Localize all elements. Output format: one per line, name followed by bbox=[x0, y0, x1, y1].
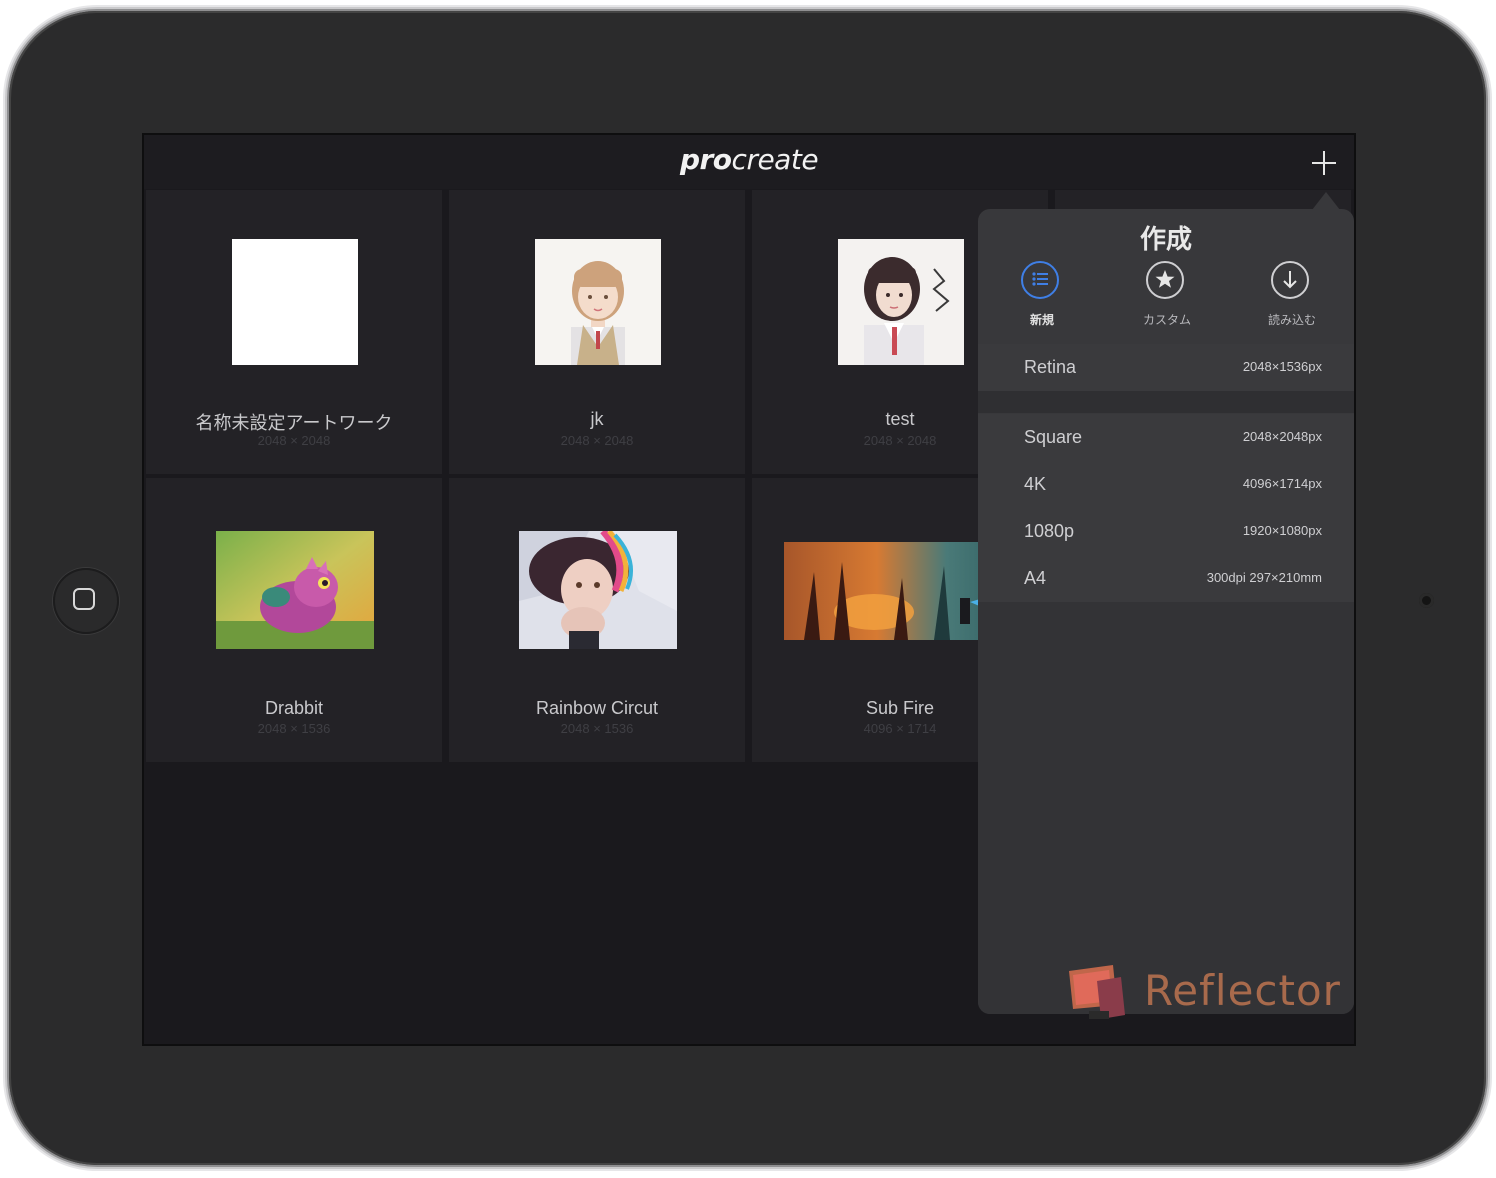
tab-label: 読み込む bbox=[1267, 313, 1316, 327]
artwork-tile[interactable]: Drabbit 2048 × 1536 bbox=[146, 478, 442, 762]
list-icon bbox=[1021, 261, 1059, 299]
artwork-title: Drabbit bbox=[264, 698, 324, 718]
size-name: Retina bbox=[1024, 357, 1077, 377]
canvas-size-square[interactable]: Square 2048×2048px bbox=[978, 414, 1354, 461]
size-value: 1920×1080px bbox=[1242, 523, 1322, 538]
tab-label: カスタム bbox=[1142, 313, 1191, 327]
tab-custom[interactable]: カスタム bbox=[1117, 261, 1217, 335]
canvas-size-4k[interactable]: 4K 4096×1714px bbox=[978, 461, 1354, 508]
tab-import[interactable]: 読み込む bbox=[1242, 261, 1342, 335]
section-separator bbox=[978, 391, 1354, 413]
artwork-dimensions: 2048 × 1536 bbox=[257, 721, 331, 736]
artwork-title: 名称未設定アートワーク bbox=[195, 413, 393, 433]
tab-label: 新規 bbox=[1029, 313, 1054, 327]
artwork-thumbnail bbox=[519, 531, 677, 649]
size-value: 2048×1536px bbox=[1242, 359, 1322, 374]
size-value: 300dpi 297×210mm bbox=[1206, 570, 1322, 585]
app-screen: procreate 名称未設定アートワーク 2048 × 2048 jk 204… bbox=[142, 133, 1356, 1046]
procreate-logo: procreate bbox=[679, 143, 819, 176]
artwork-title: Rainbow Circut bbox=[535, 698, 659, 718]
home-square-icon bbox=[73, 588, 95, 610]
canvas-size-retina[interactable]: Retina 2048×1536px bbox=[978, 344, 1354, 391]
artwork-tile[interactable]: Rainbow Circut 2048 × 1536 bbox=[449, 478, 745, 762]
top-bar: procreate bbox=[144, 135, 1354, 189]
artwork-dimensions: 2048 × 2048 bbox=[257, 433, 331, 448]
artwork-tile[interactable]: 名称未設定アートワーク 2048 × 2048 bbox=[146, 190, 442, 474]
popover-arrow bbox=[1312, 192, 1340, 210]
reflector-watermark: Reflector bbox=[1144, 966, 1341, 1015]
star-icon bbox=[1146, 261, 1184, 299]
home-button[interactable] bbox=[53, 568, 119, 634]
popover-empty-area bbox=[978, 602, 1354, 1014]
create-popover: 作成 新規 カスタム 読み込む Retina 2048×1536px Squar… bbox=[978, 209, 1354, 1014]
artwork-thumbnail bbox=[838, 239, 964, 365]
size-name: 1080p bbox=[1024, 521, 1075, 541]
size-name: 4K bbox=[1024, 474, 1047, 494]
artwork-dimensions: 2048 × 2048 bbox=[560, 433, 634, 448]
artwork-tile[interactable]: jk 2048 × 2048 bbox=[449, 190, 745, 474]
download-icon bbox=[1271, 261, 1309, 299]
size-name: Square bbox=[1024, 427, 1083, 447]
size-value: 2048×2048px bbox=[1242, 429, 1322, 444]
canvas-size-a4[interactable]: A4 300dpi 297×210mm bbox=[978, 555, 1354, 602]
popover-title: 作成 bbox=[1139, 224, 1192, 254]
artwork-thumbnail bbox=[232, 239, 358, 365]
add-artwork-button[interactable] bbox=[1308, 147, 1340, 179]
reflector-logo-icon bbox=[1069, 965, 1125, 1019]
front-camera bbox=[1419, 593, 1434, 608]
size-name: A4 bbox=[1024, 568, 1047, 588]
artwork-thumbnail bbox=[216, 531, 374, 649]
canvas-size-1080p[interactable]: 1080p 1920×1080px bbox=[978, 508, 1354, 555]
tab-new[interactable]: 新規 bbox=[992, 261, 1092, 335]
artwork-thumbnail bbox=[535, 239, 661, 365]
artwork-dimensions: 2048 × 1536 bbox=[560, 721, 634, 736]
size-value: 4096×1714px bbox=[1242, 476, 1322, 491]
artwork-title: jk bbox=[590, 409, 604, 429]
